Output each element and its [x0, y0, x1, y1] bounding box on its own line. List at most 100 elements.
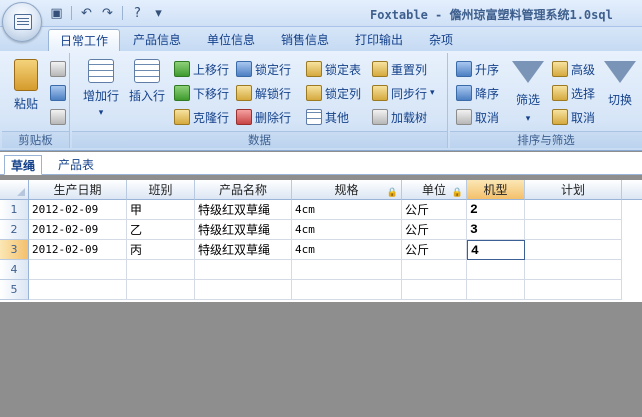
eraser-icon[interactable]: [50, 109, 66, 125]
cancel-sort-icon: [456, 109, 472, 125]
column-header-spec[interactable]: 规格 🔒: [292, 180, 402, 200]
table-cell-unit[interactable]: 公斤: [402, 220, 467, 240]
other-button[interactable]: 其他: [306, 107, 349, 127]
row-number[interactable]: 5: [0, 280, 29, 300]
table-cell-shift[interactable]: 乙: [127, 220, 195, 240]
select-filter-button[interactable]: 选择: [552, 83, 595, 103]
column-header-model[interactable]: 机型: [467, 180, 525, 200]
move-up-icon: [174, 61, 190, 77]
table-cell-spec[interactable]: [292, 280, 402, 300]
sort-ascending-button[interactable]: 升序: [456, 59, 499, 79]
advanced-filter-button[interactable]: 高级: [552, 59, 595, 79]
reset-column-button[interactable]: 重置列: [372, 59, 427, 79]
column-header-label: 生产日期: [53, 183, 102, 197]
table-cell-plan[interactable]: [525, 240, 622, 260]
row-number[interactable]: 2: [0, 220, 29, 240]
advanced-filter-icon: [552, 61, 568, 77]
insert-row-button[interactable]: 插入行: [124, 55, 170, 129]
tab-print-output[interactable]: 打印输出: [346, 29, 412, 51]
column-header-label: 规格: [334, 183, 359, 197]
column-header-unit[interactable]: 单位 🔒: [402, 180, 467, 200]
lock-row-button[interactable]: 锁定行: [236, 59, 291, 79]
toggle-filter-button[interactable]: 切换: [600, 55, 640, 129]
sync-row-button[interactable]: 同步行 ▾: [372, 83, 435, 103]
sort-filter-group: 升序 降序 取消 筛选 ▾ 高级 选择 取消 切换 排序与筛选: [450, 53, 642, 148]
table-cell-model[interactable]: [467, 260, 525, 280]
table-cell-model-active[interactable]: 4: [467, 240, 525, 260]
table-cell-product[interactable]: [195, 280, 292, 300]
table-cell-plan[interactable]: [525, 260, 622, 280]
column-header-shift[interactable]: 班别: [127, 180, 195, 200]
table-cell-unit[interactable]: 公斤: [402, 240, 467, 260]
sheet-tab-product-table[interactable]: 产品表: [52, 155, 100, 175]
cancel-filter-button[interactable]: 取消: [552, 107, 595, 127]
tab-unit-info[interactable]: 单位信息: [198, 29, 264, 51]
load-tree-button[interactable]: 加载树: [372, 107, 427, 127]
grid-corner[interactable]: [0, 180, 29, 200]
tab-misc[interactable]: 杂项: [420, 29, 462, 51]
table-cell-plan[interactable]: [525, 280, 622, 300]
table-cell-model[interactable]: 2: [467, 200, 525, 220]
table-cell-plan[interactable]: [525, 220, 622, 240]
table-cell-shift[interactable]: 丙: [127, 240, 195, 260]
table-cell-unit[interactable]: 公斤: [402, 200, 467, 220]
tab-sales-info[interactable]: 销售信息: [272, 29, 338, 51]
add-row-button[interactable]: 增加行 ▾: [78, 55, 124, 129]
table-cell-date[interactable]: 2012-02-09: [29, 220, 127, 240]
row-number[interactable]: 3: [0, 240, 29, 260]
clone-row-button[interactable]: 克隆行: [174, 107, 229, 127]
filter-button[interactable]: 筛选 ▾: [508, 55, 548, 129]
lock-table-button[interactable]: 锁定表: [306, 59, 361, 79]
cancel-sort-button[interactable]: 取消: [456, 107, 499, 127]
row-number[interactable]: 1: [0, 200, 29, 220]
table-cell-model[interactable]: 3: [467, 220, 525, 240]
move-up-button[interactable]: 上移行: [174, 59, 229, 79]
lock-column-button[interactable]: 锁定列: [306, 83, 361, 103]
table-cell-product[interactable]: 特级红双草绳: [195, 240, 292, 260]
column-header-product[interactable]: 产品名称: [195, 180, 292, 200]
table-cell-plan[interactable]: [525, 200, 622, 220]
table-cell-unit[interactable]: [402, 280, 467, 300]
table-cell-unit[interactable]: [402, 260, 467, 280]
tab-product-info[interactable]: 产品信息: [124, 29, 190, 51]
sort-descending-button[interactable]: 降序: [456, 83, 499, 103]
move-down-button[interactable]: 下移行: [174, 83, 229, 103]
sort-descending-label: 降序: [475, 86, 500, 101]
table-cell-spec[interactable]: 4cm: [292, 200, 402, 220]
sort-filter-group-label: 排序与筛选: [450, 131, 642, 148]
table-cell-date[interactable]: 2012-02-09: [29, 240, 127, 260]
table-cell-shift[interactable]: 甲: [127, 200, 195, 220]
table-cell-product[interactable]: 特级红双草绳: [195, 200, 292, 220]
unlock-row-button[interactable]: 解锁行: [236, 83, 291, 103]
sheet-tab-straw-rope[interactable]: 草绳: [4, 155, 43, 175]
app-menu-button[interactable]: [2, 2, 42, 42]
select-filter-icon: [552, 85, 568, 101]
cut-icon[interactable]: [50, 85, 66, 101]
table-cell-date[interactable]: [29, 260, 127, 280]
menu-icon: [14, 14, 32, 30]
tab-daily-work[interactable]: 日常工作: [48, 29, 120, 51]
add-row-icon: [88, 59, 114, 83]
save-icon[interactable]: ▣: [48, 5, 65, 22]
table-cell-product[interactable]: [195, 260, 292, 280]
dropdown-icon[interactable]: ▾: [150, 5, 167, 22]
table-cell-date[interactable]: [29, 280, 127, 300]
table-cell-spec[interactable]: 4cm: [292, 220, 402, 240]
table-cell-spec[interactable]: 4cm: [292, 240, 402, 260]
copy-icon[interactable]: [50, 61, 66, 77]
table-cell-model[interactable]: [467, 280, 525, 300]
column-header-plan[interactable]: 计划: [525, 180, 622, 200]
table-cell-product[interactable]: 特级红双草绳: [195, 220, 292, 240]
table-cell-spec[interactable]: [292, 260, 402, 280]
table-cell-shift[interactable]: [127, 260, 195, 280]
undo-icon[interactable]: ↶: [78, 5, 95, 22]
delete-row-button[interactable]: 删除行: [236, 107, 291, 127]
help-icon[interactable]: ?: [129, 5, 146, 22]
table-cell-shift[interactable]: [127, 280, 195, 300]
table-cell-date[interactable]: 2012-02-09: [29, 200, 127, 220]
paste-button[interactable]: 粘贴: [6, 55, 46, 129]
clipboard-group-label: 剪贴板: [2, 131, 69, 148]
redo-icon[interactable]: ↷: [99, 5, 116, 22]
row-number[interactable]: 4: [0, 260, 29, 280]
column-header-date[interactable]: 生产日期: [29, 180, 127, 200]
